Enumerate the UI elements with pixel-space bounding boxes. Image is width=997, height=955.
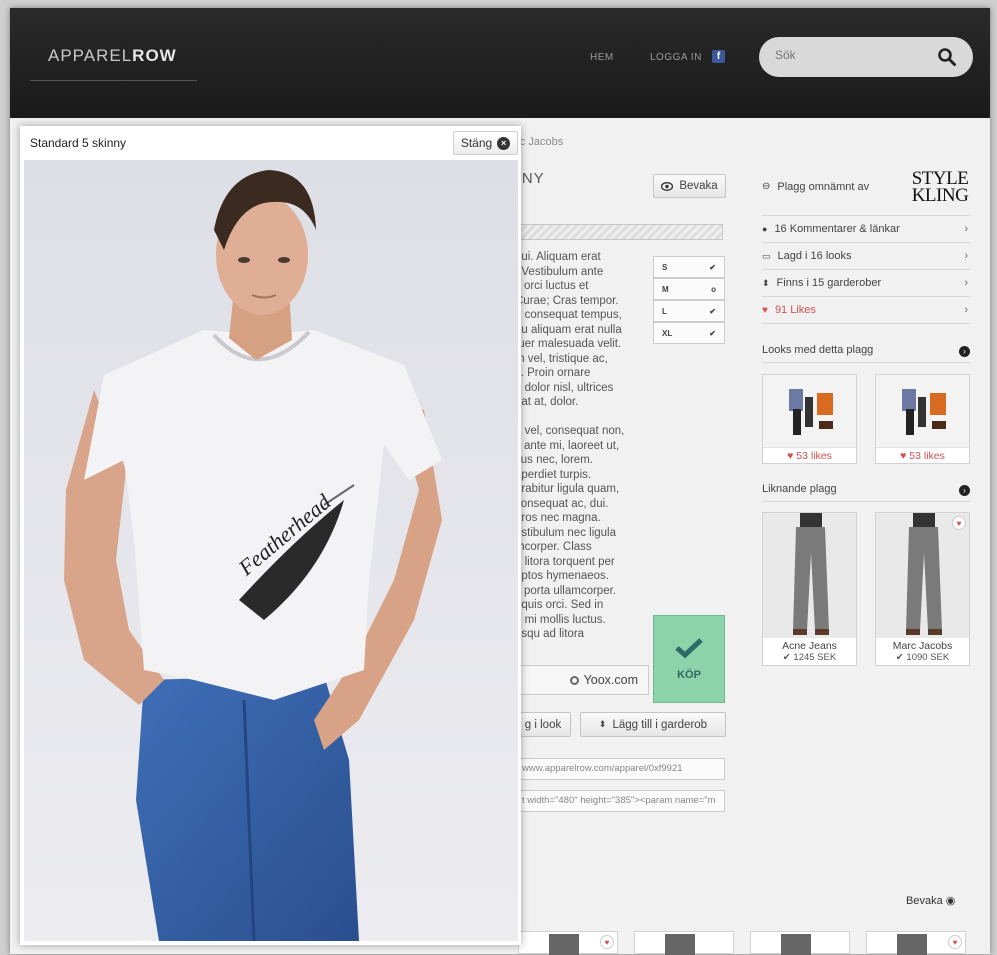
look-likes: ♥ 53 likes bbox=[763, 447, 856, 463]
nav-login[interactable]: LOGGA IN bbox=[650, 52, 702, 63]
check-icon: ✔ bbox=[709, 306, 716, 316]
check-icon: ✔ bbox=[709, 328, 716, 338]
facebook-icon[interactable]: f bbox=[712, 50, 725, 63]
store-link[interactable]: Yoox.com bbox=[515, 665, 649, 695]
product-image bbox=[763, 513, 856, 638]
heart-icon[interactable]: ♥ bbox=[948, 935, 962, 949]
share-url-field[interactable]: www.apparelrow.com/apparel/0xf9921 bbox=[515, 758, 725, 780]
look-card[interactable]: ♥ 53 likes bbox=[875, 374, 970, 464]
add-to-wardrobe-button[interactable]: ⬍ Lägg till i garderob bbox=[580, 712, 726, 737]
bottom-product-thumb[interactable]: ♥ bbox=[518, 931, 618, 955]
circle-icon: o bbox=[711, 284, 716, 294]
bottom-product-thumb[interactable] bbox=[634, 931, 734, 955]
similar-product-card[interactable]: Acne Jeans ✔ 1245 SEK bbox=[762, 512, 857, 666]
divider bbox=[762, 501, 970, 502]
product-name: Acne Jeans bbox=[782, 640, 837, 652]
look-card[interactable]: ♥ 53 likes bbox=[762, 374, 857, 464]
bottom-product-thumb[interactable] bbox=[750, 931, 850, 955]
close-icon: × bbox=[497, 136, 511, 150]
heart-icon[interactable]: ♥ bbox=[600, 935, 614, 949]
logo-underline bbox=[30, 80, 197, 81]
heart-icon: ♥ bbox=[762, 304, 768, 316]
size-option[interactable]: S ✔ bbox=[653, 256, 725, 278]
wardrobes-row[interactable]: ⬍ Finns i 15 garderober › bbox=[762, 270, 970, 297]
mentioned-by-row[interactable]: ⊖ Plagg omnämnt av STYLE KLING bbox=[762, 158, 970, 216]
store-icon bbox=[569, 675, 579, 685]
search-box bbox=[759, 37, 973, 77]
watch-button[interactable]: Bevaka bbox=[653, 174, 726, 198]
chevron-right-icon: › bbox=[964, 223, 968, 235]
similar-product-card[interactable]: ♥ Marc Jacobs ✔ 1090 SEK bbox=[875, 512, 970, 666]
search-input[interactable] bbox=[775, 48, 925, 62]
bottom-watch-link[interactable]: Bevaka ◉ bbox=[906, 894, 955, 907]
comment-icon: ● bbox=[762, 224, 768, 234]
bottom-product-thumb[interactable]: ♥ bbox=[866, 931, 966, 955]
comments-row[interactable]: ● 16 Kommentarer & länkar › bbox=[762, 216, 970, 243]
product-description: dui. Aliquam erat . Vestibulum ante s or… bbox=[515, 251, 625, 640]
looks-icon: ▭ bbox=[762, 250, 771, 261]
product-photo: Featherhead bbox=[24, 160, 518, 941]
link-icon: ⊖ bbox=[762, 181, 771, 192]
buy-button[interactable]: KÖP bbox=[653, 615, 725, 703]
likes-row[interactable]: ♥ 91 Likes › bbox=[762, 297, 970, 324]
similar-heading: Liknande plagg bbox=[762, 483, 837, 495]
model-photo: Featherhead bbox=[24, 160, 518, 941]
product-image: ♥ bbox=[876, 513, 969, 638]
progress-stripe bbox=[515, 224, 723, 240]
close-button[interactable]: Stäng × bbox=[453, 131, 518, 155]
size-option[interactable]: XL ✔ bbox=[653, 322, 725, 344]
size-option[interactable]: Mo bbox=[653, 278, 725, 300]
looks-heading: Looks med detta plagg bbox=[762, 344, 874, 356]
look-image bbox=[876, 375, 969, 447]
checkmark-icon bbox=[675, 638, 703, 659]
lightbox-title: Standard 5 skinny bbox=[30, 136, 127, 150]
chevron-right-icon: › bbox=[964, 250, 968, 262]
size-option[interactable]: L ✔ bbox=[653, 300, 725, 322]
add-to-look-button[interactable]: g i look bbox=[515, 712, 571, 737]
check-icon: ✔ bbox=[709, 262, 716, 272]
divider bbox=[762, 362, 970, 363]
size-list: S ✔ Mo L ✔ XL ✔ bbox=[653, 256, 725, 344]
eye-icon bbox=[661, 181, 674, 191]
chevron-right-icon: › bbox=[964, 277, 968, 289]
style-by-kling-logo: STYLE KLING bbox=[911, 168, 969, 206]
sidebar: ⊖ Plagg omnämnt av STYLE KLING ● 16 Komme… bbox=[762, 158, 970, 666]
nav-home[interactable]: HEM bbox=[590, 52, 614, 63]
embed-code-field[interactable]: t width="480" height="385"><param name="… bbox=[515, 790, 725, 812]
image-lightbox: Standard 5 skinny Stäng × Featherhead bbox=[20, 126, 521, 945]
product-price: ✔ 1245 SEK bbox=[782, 652, 837, 663]
site-logo[interactable]: APPARELROW bbox=[48, 46, 177, 66]
product-name: Marc Jacobs bbox=[892, 640, 953, 652]
look-image bbox=[763, 375, 856, 447]
eye-icon: ◉ bbox=[945, 895, 956, 907]
chevron-right-icon: › bbox=[964, 304, 968, 316]
hanger-icon: ⬍ bbox=[598, 719, 607, 729]
arrow-right-icon[interactable]: › bbox=[959, 485, 970, 496]
heart-icon[interactable]: ♥ bbox=[952, 516, 966, 530]
search-icon[interactable] bbox=[937, 47, 957, 67]
hanger-icon: ⬍ bbox=[762, 277, 770, 288]
site-header: APPARELROW HEM LOGGA IN f bbox=[10, 8, 990, 118]
looks-row[interactable]: ▭ Lagd i 16 looks › bbox=[762, 243, 970, 270]
arrow-right-icon[interactable]: › bbox=[959, 346, 970, 357]
product-price: ✔ 1090 SEK bbox=[895, 652, 950, 663]
look-likes: ♥ 53 likes bbox=[876, 447, 969, 463]
